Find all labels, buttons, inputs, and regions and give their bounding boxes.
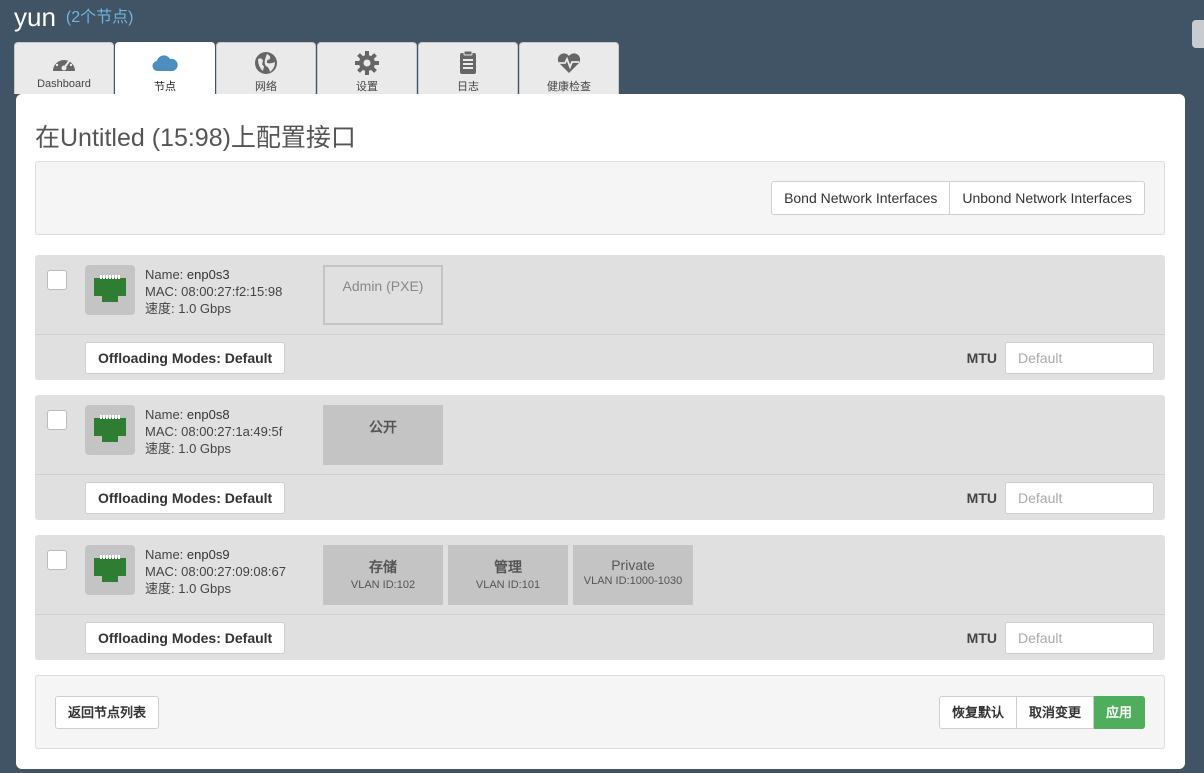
network-name: Private (611, 557, 655, 573)
main-panel: 在Untitled (15:98)上配置接口 Bond Network Inte… (16, 94, 1185, 769)
tab-health-check[interactable]: 健康检查 (519, 42, 619, 94)
interface-name: enp0s9 (186, 547, 230, 562)
ethernet-port-icon (85, 545, 135, 595)
mtu-label: MTU (966, 490, 997, 506)
side-panel-handle[interactable] (1192, 20, 1204, 48)
mtu-label: MTU (966, 350, 997, 366)
interface-mac: 08:00:27:1a:49:5f (181, 424, 283, 439)
speed-label: 速度: (145, 441, 175, 456)
interface-info: Name: enp0s3 MAC: 08:00:27:f2:15:98 速度: … (145, 266, 282, 317)
tab-network[interactable]: 网络 (216, 42, 316, 94)
interface-row-enp0s8: Name: enp0s8 MAC: 08:00:27:1a:49:5f 速度: … (35, 395, 1165, 520)
interface-speed: 1.0 Gbps (178, 581, 232, 596)
interface-speed: 1.0 Gbps (178, 441, 232, 456)
mac-label: MAC: (145, 564, 178, 579)
name-label: Name: (145, 407, 184, 422)
speed-label: 速度: (145, 301, 175, 316)
interface-summary: Name: enp0s9 MAC: 08:00:27:09:08:67 速度: … (35, 535, 1165, 615)
network-block-public[interactable]: 公开 (323, 405, 443, 465)
tab-label: 节点 (154, 81, 176, 93)
cloud-icon (152, 55, 178, 72)
mtu-input[interactable] (1005, 342, 1154, 374)
env-name: yun (14, 2, 56, 32)
network-block-private[interactable]: Private VLAN ID:1000-1030 (573, 545, 693, 605)
globe-icon (255, 52, 277, 74)
tab-label: 设置 (356, 81, 378, 93)
apply-button[interactable]: 应用 (1093, 696, 1145, 729)
vlan-id: VLAN ID:101 (475, 579, 541, 591)
ethernet-port-icon (85, 405, 135, 455)
back-to-node-list-button[interactable]: 返回节点列表 (55, 696, 160, 729)
page-title: 在Untitled (15:98)上配置接口 (35, 124, 356, 152)
tab-label: Dashboard (37, 78, 91, 90)
interface-summary: Name: enp0s3 MAC: 08:00:27:f2:15:98 速度: … (35, 255, 1165, 335)
interface-info: Name: enp0s8 MAC: 08:00:27:1a:49:5f 速度: … (145, 406, 282, 457)
mac-label: MAC: (145, 424, 178, 439)
clipboard-icon (460, 51, 476, 74)
network-name: 管理 (494, 559, 522, 575)
interface-checkbox[interactable] (47, 550, 67, 570)
network-name: 公开 (369, 419, 397, 435)
speed-label: 速度: (145, 581, 175, 596)
cancel-changes-button[interactable]: 取消变更 (1016, 696, 1094, 729)
interface-summary: Name: enp0s8 MAC: 08:00:27:1a:49:5f 速度: … (35, 395, 1165, 475)
interface-mac: 08:00:27:f2:15:98 (181, 284, 283, 299)
offloading-modes-button[interactable]: Offloading Modes: Default (85, 482, 286, 514)
env-title: yun (2个节点) (14, 2, 133, 33)
name-label: Name: (145, 547, 184, 562)
tab-label: 健康检查 (547, 81, 591, 93)
footer-button-group: 恢复默认 取消变更 应用 (938, 696, 1145, 729)
tab-label: 网络 (255, 81, 277, 93)
gauge-icon (53, 57, 75, 71)
restore-defaults-button[interactable]: 恢复默认 (938, 696, 1017, 729)
interface-row-enp0s3: Name: enp0s3 MAC: 08:00:27:f2:15:98 速度: … (35, 255, 1165, 380)
network-block-storage[interactable]: 存储 VLAN ID:102 (323, 545, 443, 605)
network-name: 存储 (369, 559, 397, 575)
mtu-input[interactable] (1005, 622, 1154, 654)
network-block-management[interactable]: 管理 VLAN ID:101 (448, 545, 568, 605)
network-name: Admin (PXE) (342, 278, 424, 294)
interface-speed: 1.0 Gbps (178, 301, 232, 316)
unbond-interfaces-button[interactable]: Unbond Network Interfaces (950, 181, 1145, 215)
vlan-id: VLAN ID:1000-1030 (583, 575, 683, 587)
tab-label: 日志 (457, 81, 479, 93)
interface-row-enp0s9: Name: enp0s9 MAC: 08:00:27:09:08:67 速度: … (35, 535, 1165, 660)
page-footer: 返回节点列表 恢复默认 取消变更 应用 (35, 675, 1165, 749)
name-label: Name: (145, 267, 184, 282)
tab-dashboard[interactable]: Dashboard (14, 42, 114, 94)
mtu-label: MTU (966, 630, 997, 646)
node-count: (2个节点) (65, 9, 134, 26)
interface-checkbox[interactable] (47, 410, 67, 430)
bond-button-group: Bond Network Interfaces Unbond Network I… (771, 181, 1145, 215)
interface-info: Name: enp0s9 MAC: 08:00:27:09:08:67 速度: … (145, 546, 286, 597)
network-block-admin-pxe[interactable]: Admin (PXE) (323, 265, 443, 325)
gear-icon (355, 51, 379, 75)
interface-mac: 08:00:27:09:08:67 (181, 564, 286, 579)
offloading-modes-button[interactable]: Offloading Modes: Default (85, 622, 286, 654)
mac-label: MAC: (145, 284, 178, 299)
heart-pulse-icon (557, 53, 581, 73)
interface-checkbox[interactable] (47, 270, 67, 290)
interface-name: enp0s3 (186, 267, 230, 282)
mtu-input[interactable] (1005, 482, 1154, 514)
ethernet-port-icon (85, 265, 135, 315)
offloading-modes-button[interactable]: Offloading Modes: Default (85, 342, 286, 374)
tab-logs[interactable]: 日志 (418, 42, 518, 94)
interface-toolbar: Bond Network Interfaces Unbond Network I… (35, 161, 1165, 235)
vlan-id: VLAN ID:102 (350, 579, 416, 591)
bond-interfaces-button[interactable]: Bond Network Interfaces (771, 181, 951, 215)
tab-settings[interactable]: 设置 (317, 42, 417, 94)
interface-name: enp0s8 (186, 407, 230, 422)
tab-nodes[interactable]: 节点 (115, 42, 215, 96)
